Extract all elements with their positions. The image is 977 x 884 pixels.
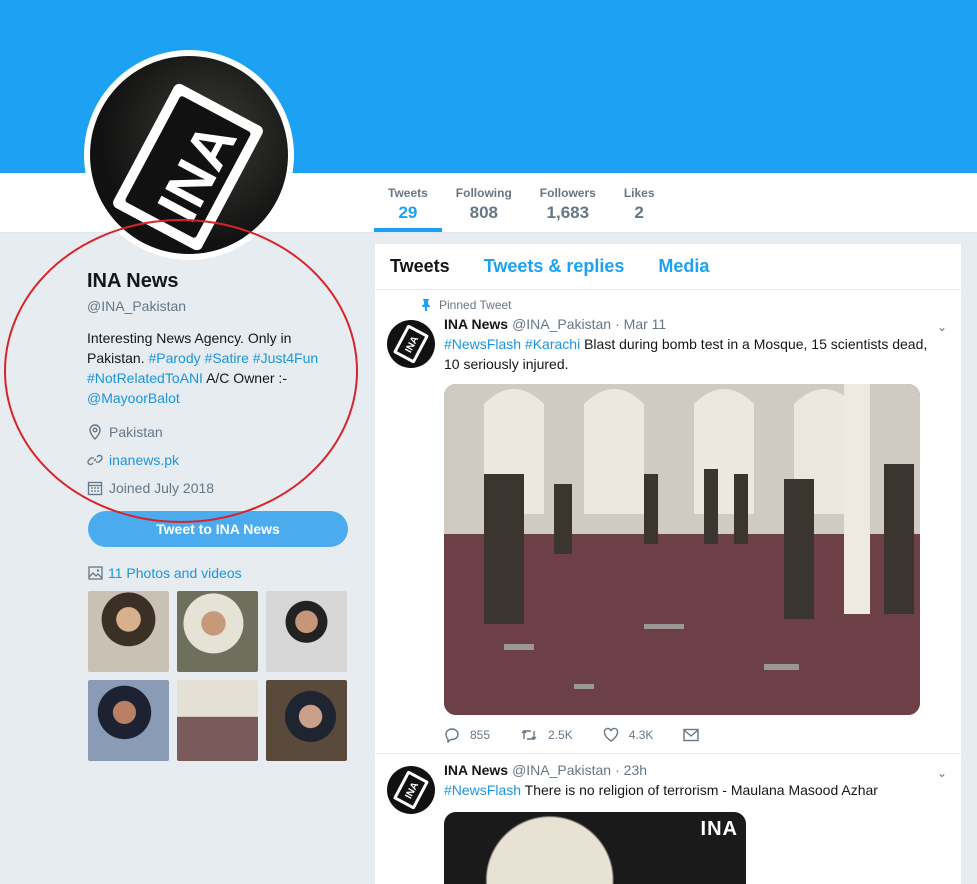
reply-icon [445, 728, 459, 743]
timeline-tabs: Tweets Tweets & replies Media [375, 244, 961, 290]
mosque-photo [444, 384, 920, 715]
photo-icon [88, 566, 103, 580]
retweet-button[interactable]: 2.5K [520, 727, 573, 743]
tweet-pinned[interactable]: Pinned Tweet INA ⌄ INA News @INA_Pakista… [375, 290, 961, 754]
tweet-time[interactable]: · 23h [615, 762, 647, 778]
tweet-photo[interactable] [444, 384, 920, 715]
pin-icon [422, 299, 430, 311]
photo-thumbnail[interactable] [88, 591, 169, 672]
stat-value: 29 [398, 203, 418, 222]
heart-icon [603, 727, 618, 742]
like-count: 4.3K [628, 728, 654, 742]
stat-label: Tweets [388, 186, 428, 200]
tweet-body: There is no religion of terrorism - Maul… [524, 782, 878, 798]
pinned-label: Pinned Tweet [439, 298, 512, 312]
ina-logo-icon: INA [393, 324, 429, 364]
profile-bio: Interesting News Agency. Only in Pakista… [87, 328, 349, 408]
hashtag-link[interactable]: #Just4Fun [253, 350, 318, 366]
chevron-down-icon[interactable]: ⌄ [937, 766, 947, 780]
tweet-header: INA News @INA_Pakistan · Mar 11 [444, 316, 946, 332]
retweet-count: 2.5K [548, 728, 573, 742]
photos-videos-link[interactable]: 11 Photos and videos [88, 565, 242, 581]
stat-likes[interactable]: Likes 2 [610, 180, 669, 232]
hashtag-link[interactable]: #Karachi [525, 336, 580, 352]
tweet[interactable]: INA ⌄ INA News @INA_Pakistan · 23h #News… [375, 754, 961, 884]
photo-thumbnail[interactable] [266, 680, 347, 761]
location-pin-icon [89, 424, 101, 440]
profile-avatar[interactable]: INA [84, 50, 294, 260]
tab-tweets[interactable]: Tweets [390, 256, 450, 277]
stat-label: Followers [539, 186, 596, 200]
profile-handle[interactable]: @INA_Pakistan [87, 298, 349, 314]
stat-value: 808 [469, 203, 498, 222]
tab-tweets-replies[interactable]: Tweets & replies [484, 256, 625, 277]
photos-videos-label: 11 Photos and videos [108, 565, 242, 581]
ina-logo-icon: INA [113, 83, 263, 251]
profile-stats: Tweets 29 Following 808 Followers 1,683 … [374, 180, 669, 232]
like-button[interactable]: 4.3K [603, 727, 654, 743]
tweet-actions: 855 2.5K 4.3K [444, 727, 946, 743]
tweet-author-handle[interactable]: @INA_Pakistan [512, 316, 611, 332]
calendar-icon [87, 481, 103, 496]
profile-joined: Joined July 2018 [87, 480, 349, 496]
hashtag-link[interactable]: #Satire [205, 350, 249, 366]
photo-thumbnail[interactable] [88, 680, 169, 761]
pinned-indicator: Pinned Tweet [421, 298, 946, 312]
direct-message-button[interactable] [683, 728, 700, 742]
ina-logo-icon: INA [393, 770, 429, 810]
tweet-time[interactable]: · Mar 11 [615, 316, 666, 332]
stat-following[interactable]: Following 808 [442, 180, 526, 232]
link-icon [87, 454, 103, 466]
profile-card: INA News @INA_Pakistan Interesting News … [87, 270, 349, 496]
hashtag-link[interactable]: #NewsFlash [444, 336, 521, 352]
bio-owner-text: A/C Owner :- [206, 370, 287, 386]
timeline: Tweets Tweets & replies Media Pinned Twe… [374, 243, 962, 884]
profile-website: inanews.pk [87, 452, 349, 468]
tweet-author-name[interactable]: INA News [444, 762, 508, 778]
photo-thumbnail[interactable] [177, 680, 258, 761]
profile-location: Pakistan [87, 424, 349, 440]
location-text: Pakistan [109, 424, 163, 440]
profile-name[interactable]: INA News [87, 270, 349, 293]
tweet-author-handle[interactable]: @INA_Pakistan [512, 762, 611, 778]
tweet-text: #NewsFlash There is no religion of terro… [444, 780, 946, 800]
tweet-to-button[interactable]: Tweet to INA News [88, 511, 348, 547]
hashtag-link[interactable]: #NotRelatedToANI [87, 370, 203, 386]
chevron-down-icon[interactable]: ⌄ [937, 320, 947, 334]
stat-label: Likes [623, 186, 655, 200]
stat-value: 1,683 [546, 203, 590, 222]
tweet-author-name[interactable]: INA News [444, 316, 508, 332]
website-link[interactable]: inanews.pk [109, 452, 179, 468]
photo-grid [88, 591, 347, 761]
hashtag-link[interactable]: #Parody [148, 350, 200, 366]
stat-tweets[interactable]: Tweets 29 [374, 180, 442, 232]
tweet-photo[interactable]: INA [444, 812, 746, 884]
stat-value: 2 [634, 203, 644, 222]
tweet-avatar[interactable]: INA [387, 320, 435, 368]
ina-watermark: INA [700, 818, 738, 840]
tweet-text: #NewsFlash #Karachi Blast during bomb te… [444, 334, 946, 374]
retweet-icon [521, 730, 537, 740]
stat-followers[interactable]: Followers 1,683 [526, 180, 610, 232]
envelope-icon [683, 728, 700, 742]
photo-thumbnail[interactable] [266, 591, 347, 672]
joined-text: Joined July 2018 [109, 480, 215, 496]
hashtag-link[interactable]: #NewsFlash [444, 782, 521, 798]
stat-label: Following [455, 186, 512, 200]
tweet-avatar[interactable]: INA [387, 766, 435, 814]
reply-count: 855 [470, 728, 491, 742]
owner-mention-link[interactable]: @MayoorBalot [87, 390, 180, 406]
reply-button[interactable]: 855 [444, 727, 490, 743]
tweet-header: INA News @INA_Pakistan · 23h [444, 762, 946, 778]
tab-media[interactable]: Media [658, 256, 709, 277]
photo-thumbnail[interactable] [177, 591, 258, 672]
